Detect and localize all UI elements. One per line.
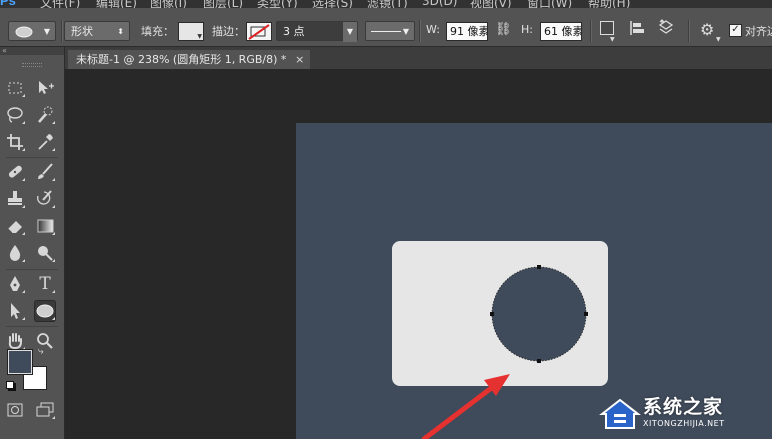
width-label: W: [426, 23, 440, 36]
stroke-width-field[interactable]: 3 点 ▼ [276, 21, 358, 42]
anchor-point[interactable] [584, 312, 588, 316]
gear-icon[interactable]: ⚙ [700, 20, 714, 39]
panel-grip[interactable] [22, 63, 42, 67]
watermark-logo-icon [599, 398, 641, 429]
screen-mode-icon[interactable] [34, 399, 56, 421]
move-tool-icon[interactable] [34, 77, 56, 99]
chevron-down-icon: ▼ [343, 22, 357, 42]
path-arrangement-icon[interactable] [657, 19, 675, 37]
document-tab-bar: 未标题-1 @ 238% (圆角矩形 1, RGB/8) * × [65, 47, 772, 69]
tool-mode-value: 形状 [71, 25, 93, 38]
chevron-down-icon: ▼ [197, 33, 202, 40]
document-tab-title: 未标题-1 @ 238% (圆角矩形 1, RGB/8) * [76, 53, 287, 66]
menu-help[interactable]: 帮助(H) [588, 0, 630, 8]
align-edges-checkbox[interactable]: ✓ [729, 24, 742, 37]
panel-collapse-bar[interactable]: « [0, 47, 64, 55]
menu-image[interactable]: 图像(I) [150, 0, 187, 8]
path-alignment-icon[interactable] [629, 20, 645, 36]
ellipse-shape[interactable] [492, 267, 586, 361]
menu-view[interactable]: 视图(V) [470, 0, 512, 8]
fill-label: 填充： [141, 25, 174, 38]
path-operations-icon[interactable] [600, 21, 614, 35]
stroke-type-select[interactable]: ▼ [365, 21, 415, 41]
quick-selection-tool-icon[interactable] [34, 104, 56, 126]
anchor-point[interactable] [537, 359, 541, 363]
separator [61, 20, 63, 42]
height-input[interactable]: 61 像素 [540, 22, 582, 41]
dodge-tool-icon[interactable] [34, 242, 56, 264]
path-selection-tool-icon[interactable] [4, 300, 26, 322]
menu-filter[interactable]: 滤镜(T) [367, 0, 408, 8]
crop-tool-icon[interactable] [4, 131, 26, 153]
chevron-down-icon: ▼ [610, 36, 615, 43]
solid-line-icon [371, 31, 401, 32]
history-brush-tool-icon[interactable] [34, 188, 56, 210]
hand-tool-icon[interactable] [4, 330, 26, 352]
options-bar: ▼ 形状 ⬍ 填充： ▼ 描边： 3 点 ▼ ▼ W: 91 像素 ⛓ H: 6… [0, 8, 772, 47]
close-icon[interactable]: × [295, 50, 304, 69]
anchor-point[interactable] [490, 312, 494, 316]
align-edges-label: 对齐边 [745, 25, 772, 38]
separator [590, 20, 592, 42]
tools-panel: « T ⤷ [0, 47, 65, 439]
watermark: 系统之家 XITONGZHIJIA.NET [596, 388, 772, 439]
tool-mode-select[interactable]: 形状 ⬍ [64, 21, 130, 41]
ellipse-tool-icon[interactable] [34, 300, 56, 322]
foreground-color-swatch[interactable] [8, 350, 32, 374]
stroke-label: 描边： [212, 25, 245, 38]
swap-colors-icon[interactable]: ⤷ [38, 346, 44, 357]
stroke-width-value: 3 点 [283, 25, 305, 38]
ellipse-tool-icon [15, 26, 33, 38]
menu-3d[interactable]: 3D(D) [422, 0, 457, 8]
eraser-tool-icon[interactable] [4, 215, 26, 237]
menu-window[interactable]: 窗口(W) [527, 0, 572, 8]
tool-divider [6, 269, 58, 270]
fill-swatch[interactable]: ▼ [178, 22, 204, 41]
eyedropper-tool-icon[interactable] [34, 131, 56, 153]
gradient-tool-icon[interactable] [34, 215, 56, 237]
menu-type[interactable]: 类型(Y) [257, 0, 298, 8]
stroke-swatch[interactable] [246, 22, 272, 41]
type-tool-icon[interactable]: T [34, 273, 56, 295]
healing-brush-tool-icon[interactable] [4, 161, 26, 183]
width-input[interactable]: 91 像素 [446, 22, 488, 41]
pen-tool-icon[interactable] [4, 273, 26, 295]
tool-divider [6, 326, 58, 327]
brush-tool-icon[interactable] [34, 161, 56, 183]
updown-icon: ⬍ [117, 27, 124, 36]
no-stroke-icon [248, 24, 270, 40]
link-icon[interactable]: ⛓ [495, 22, 512, 37]
app-logo: Ps [0, 0, 16, 8]
quick-mask-icon[interactable] [4, 399, 26, 421]
chevron-down-icon: ▼ [43, 27, 50, 36]
separator [419, 20, 421, 42]
marquee-tool-icon[interactable] [4, 77, 26, 99]
chevron-down-icon: ▼ [402, 27, 409, 36]
menu-bar: Ps 文件(F) 编辑(E) 图像(I) 图层(L) 类型(Y) 选择(S) 滤… [0, 0, 772, 8]
menu-select[interactable]: 选择(S) [312, 0, 353, 8]
separator [688, 20, 690, 42]
chevron-down-icon: ▼ [716, 36, 721, 43]
tool-divider [6, 157, 58, 158]
clone-stamp-tool-icon[interactable] [4, 188, 26, 210]
height-label: H: [521, 23, 533, 36]
watermark-title: 系统之家 [643, 396, 724, 418]
watermark-url: XITONGZHIJIA.NET [643, 419, 725, 428]
default-colors-icon[interactable] [6, 381, 14, 389]
document-tab[interactable]: 未标题-1 @ 238% (圆角矩形 1, RGB/8) * × [68, 50, 311, 69]
menu-file[interactable]: 文件(F) [40, 0, 80, 8]
blur-tool-icon[interactable] [4, 242, 26, 264]
anchor-point[interactable] [537, 265, 541, 269]
lasso-tool-icon[interactable] [4, 104, 26, 126]
menu-edit[interactable]: 编辑(E) [96, 0, 137, 8]
tool-preset-picker[interactable]: ▼ [8, 21, 56, 41]
menu-layer[interactable]: 图层(L) [203, 0, 243, 8]
